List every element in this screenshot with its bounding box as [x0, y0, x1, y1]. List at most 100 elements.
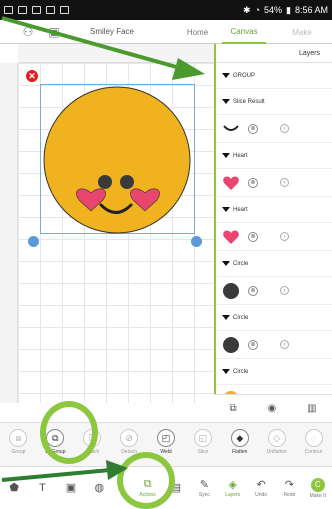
slice-icon: ◱ [193, 429, 212, 447]
layer-label: Heart [233, 152, 248, 159]
contour-button[interactable]: ◌ Contour [295, 423, 332, 467]
chevron-right-icon[interactable]: › [280, 178, 289, 187]
layer-item[interactable] [216, 385, 332, 394]
notification-icon [32, 6, 41, 14]
undo-button[interactable]: ↶ Undo [247, 467, 275, 509]
trash-icon[interactable]: ▥ [307, 403, 316, 414]
undo-icon: ↶ [256, 479, 266, 491]
edit-icon: ◍ [94, 482, 105, 494]
text-button[interactable]: T [28, 467, 56, 509]
collapse-icon[interactable] [222, 207, 230, 212]
layer-group-row[interactable]: Circle [216, 251, 332, 277]
group-button[interactable]: ⧈ Group [0, 423, 37, 467]
layers-panel: Layers GROUP Slice Result ⊗ › Heart ⊗ › … [214, 44, 332, 394]
collapse-icon[interactable] [222, 153, 230, 158]
chevron-right-icon[interactable]: › [280, 340, 289, 349]
layer-group-row[interactable]: GROUP [216, 63, 332, 89]
tool-label: Unflatten [266, 449, 287, 455]
layer-label: Slice Result [233, 98, 265, 105]
slice-button[interactable]: ◱ Slice [184, 423, 221, 467]
scale-handle[interactable] [191, 236, 202, 247]
clock: 8:56 AM [294, 5, 328, 15]
duplicate-icon[interactable]: ⧉ [229, 403, 236, 414]
notification-icon [4, 6, 13, 14]
notification-icon [46, 6, 55, 14]
layer-item[interactable]: ⊗ › [216, 115, 332, 143]
visibility-icon[interactable]: ⊗ [248, 285, 258, 296]
collapse-icon[interactable] [222, 315, 230, 320]
layer-group-row[interactable]: Slice Result [216, 89, 332, 115]
text-icon: T [39, 481, 46, 494]
layer-item[interactable]: ⊗ › [216, 331, 332, 359]
layer-group-row[interactable]: Circle [216, 305, 332, 331]
tab-canvas[interactable]: Canvas [222, 20, 266, 44]
shapes-button[interactable]: ⬟ [0, 467, 28, 509]
chevron-right-icon[interactable]: › [280, 286, 289, 295]
battery-level: 54% [264, 5, 283, 15]
flatten-button[interactable]: ◆ Flatten [221, 423, 258, 467]
tool-label: Slice [197, 449, 209, 455]
layer-group-row[interactable]: Heart [216, 143, 332, 169]
tab-home[interactable]: Home [175, 20, 220, 44]
notification-icon [18, 6, 27, 14]
status-bar: ✱ ◔ 54% ▮ 8:56 AM [0, 0, 332, 20]
unflatten-button[interactable]: ◇ Unflatten [258, 423, 295, 467]
contour-icon: ◌ [304, 429, 323, 447]
layer-item[interactable]: ⊗ › [216, 277, 332, 305]
visibility-icon[interactable]: ⊗ [248, 177, 258, 188]
bottom-label: Sync [198, 492, 210, 498]
collapse-icon[interactable] [222, 261, 230, 266]
visibility-icon[interactable]: ⊗ [248, 231, 258, 242]
selection-box[interactable] [40, 84, 195, 234]
layer-label: Circle [233, 314, 249, 321]
battery-icon: ▮ [286, 4, 291, 15]
sync-button[interactable]: ✎ Sync [190, 467, 218, 509]
bottom-label: Layers [225, 492, 241, 498]
delete-handle[interactable]: ✕ [26, 70, 38, 82]
chevron-right-icon[interactable]: › [280, 124, 289, 133]
smiley-face[interactable] [41, 85, 196, 235]
tool-label: Weld [160, 449, 172, 455]
heart-thumbnail [222, 228, 240, 246]
heart-thumbnail [222, 174, 240, 192]
hide-icon[interactable]: ◉ [267, 403, 276, 414]
upload-icon: ▣ [65, 482, 77, 494]
layer-label: Heart [233, 206, 248, 213]
save-icon[interactable]: ▣ [46, 24, 62, 40]
collapse-icon[interactable] [222, 99, 230, 104]
chevron-right-icon[interactable]: › [280, 232, 289, 241]
weld-icon: ◰ [157, 429, 175, 447]
project-title: Smiley Face [89, 27, 134, 36]
layers-heading: Layers [216, 44, 332, 63]
account-icon[interactable]: ⚇ [20, 24, 36, 40]
highlight-ring-actions [117, 452, 175, 509]
visibility-icon[interactable]: ⊗ [248, 123, 258, 134]
layer-item[interactable]: ⊗ › [216, 169, 332, 197]
redo-icon: ↷ [284, 479, 295, 491]
layer-item[interactable]: ⊗ › [216, 223, 332, 251]
bottom-label: Make It [309, 492, 326, 499]
make-it-button[interactable]: C Make It [304, 467, 332, 509]
tab-make[interactable]: Make [282, 20, 322, 44]
upload-button[interactable]: ▣ [57, 467, 85, 509]
layer-group-row[interactable]: Circle [216, 359, 332, 385]
layers-footer: ⧉ ◉ ▥ [214, 394, 332, 422]
edit-button[interactable]: ◍ [85, 467, 113, 509]
wifi-icon: ◔ [254, 5, 260, 15]
layer-group-row[interactable]: Heart [216, 197, 332, 223]
bottom-label: Redo [283, 492, 296, 498]
ruler-top [18, 44, 214, 63]
layer-label: Circle [233, 368, 249, 375]
shapes-icon: ⬟ [9, 482, 19, 494]
collapse-icon[interactable] [222, 73, 230, 78]
layers-button[interactable]: ◈ Layers [219, 467, 247, 509]
redo-button[interactable]: ↷ Redo [275, 467, 303, 509]
lock-handle[interactable] [28, 236, 39, 247]
left-eye [98, 175, 112, 189]
visibility-icon[interactable]: ⊗ [248, 339, 258, 350]
tool-label: Contour [304, 449, 323, 455]
flatten-icon: ◆ [230, 429, 249, 447]
tool-label: Group [11, 449, 26, 455]
collapse-icon[interactable] [222, 369, 230, 374]
highlight-ring-ungroup [40, 401, 98, 464]
